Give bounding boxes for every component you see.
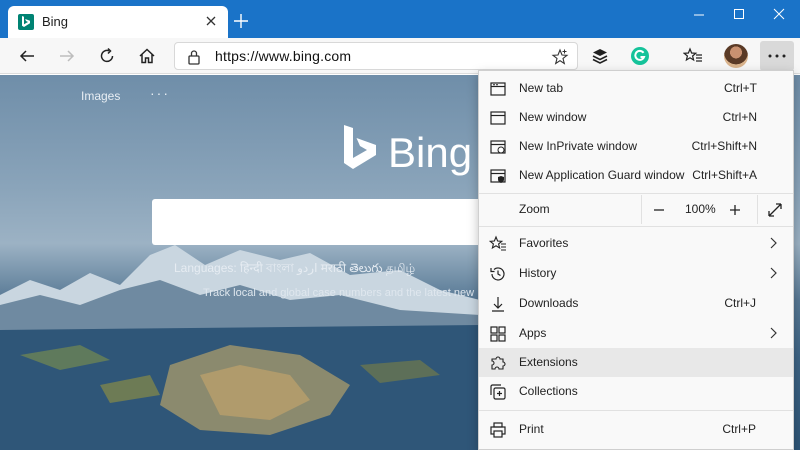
menu-item-new-application-guard-window[interactable]: New Application Guard window Ctrl+Shift+…	[479, 161, 793, 190]
forward-arrow-icon[interactable]	[54, 43, 80, 69]
refresh-icon[interactable]	[94, 43, 120, 69]
close-tab-icon[interactable]	[202, 12, 220, 30]
extension-stack-icon[interactable]	[587, 43, 613, 69]
languages-line[interactable]: Languages: हिन्दी বাংলা اردو मराठी తెలుగ…	[174, 259, 474, 280]
nav-more-link[interactable]: ···	[150, 85, 170, 101]
lock-icon[interactable]	[187, 49, 201, 70]
chevron-right-icon	[770, 237, 777, 249]
menu-item-new-tab[interactable]: New tab Ctrl+T	[479, 74, 793, 103]
zoom-label: Zoom	[519, 202, 550, 216]
menu-item-new-inprivate-window[interactable]: New InPrivate window Ctrl+Shift+N	[479, 132, 793, 161]
menu-item-print[interactable]: Print Ctrl+P	[479, 415, 793, 444]
grammarly-icon[interactable]	[627, 43, 653, 69]
home-icon[interactable]	[134, 43, 160, 69]
settings-menu: New tab Ctrl+T New window Ctrl+N New InP…	[478, 70, 794, 450]
history-icon	[490, 267, 505, 281]
favorites-bar-icon[interactable]	[680, 43, 706, 69]
menu-item-new-window[interactable]: New window Ctrl+N	[479, 103, 793, 132]
menu-item-zoom: Zoom 100%	[479, 195, 793, 224]
favorite-star-icon[interactable]	[551, 48, 569, 71]
inprivate-icon	[490, 140, 506, 154]
back-arrow-icon[interactable]	[14, 43, 40, 69]
news-headline[interactable]: Track local and global case numbers and …	[203, 287, 477, 299]
menu-item-history[interactable]: History	[479, 259, 793, 288]
download-icon	[492, 297, 504, 312]
chevron-right-icon	[770, 327, 777, 339]
menu-divider	[479, 410, 793, 411]
settings-more-icon[interactable]	[760, 41, 794, 71]
nav-images-link[interactable]: Images	[81, 89, 120, 103]
profile-avatar[interactable]	[724, 44, 748, 68]
print-icon	[490, 422, 506, 438]
address-bar[interactable]: https://www.bing.com	[174, 42, 578, 70]
url-text[interactable]: https://www.bing.com	[215, 48, 351, 64]
window-icon	[490, 111, 506, 125]
menu-divider	[479, 193, 793, 194]
collections-icon	[490, 384, 506, 400]
bing-logo-icon	[344, 125, 376, 169]
menu-item-extensions[interactable]: Extensions	[479, 348, 793, 377]
zoom-level: 100%	[685, 202, 716, 216]
favorites-icon	[489, 235, 506, 251]
extensions-icon	[491, 356, 506, 370]
zoom-out-icon[interactable]	[649, 200, 669, 220]
new-tab-icon	[490, 82, 506, 96]
zoom-in-icon[interactable]	[725, 200, 745, 220]
maximize-icon[interactable]	[724, 4, 754, 24]
title-bar: Bing	[0, 0, 800, 38]
menu-item-collections[interactable]: Collections	[479, 377, 793, 406]
apps-icon	[490, 326, 506, 342]
tab-title: Bing	[42, 14, 69, 29]
fullscreen-icon[interactable]	[765, 200, 785, 220]
chevron-right-icon	[770, 267, 777, 279]
tab-bing[interactable]: Bing	[8, 6, 228, 38]
menu-item-downloads[interactable]: Downloads Ctrl+J	[479, 289, 793, 318]
close-window-icon[interactable]	[764, 4, 794, 24]
minimize-icon[interactable]	[684, 4, 714, 24]
bing-favicon-icon	[18, 14, 34, 30]
menu-item-apps[interactable]: Apps	[479, 319, 793, 348]
menu-item-favorites[interactable]: Favorites	[479, 229, 793, 258]
menu-divider	[479, 226, 793, 227]
new-tab-icon[interactable]	[232, 12, 250, 30]
search-input[interactable]	[152, 199, 482, 245]
app-guard-icon	[490, 169, 506, 183]
bing-logo-text: Bing	[388, 129, 473, 176]
toolbar: https://www.bing.com	[0, 38, 800, 74]
